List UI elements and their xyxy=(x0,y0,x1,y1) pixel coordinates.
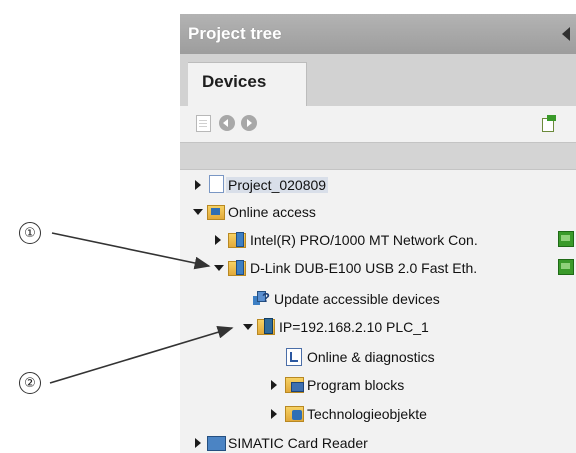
tree-item-label: SIMATIC Card Reader xyxy=(228,435,368,451)
diagnostics-icon xyxy=(286,348,302,366)
figure: Project tree Devices Project_020809 Onli… xyxy=(0,0,576,453)
export-icon[interactable] xyxy=(541,115,557,132)
tree-item-online-diagnostics[interactable]: Online & diagnostics xyxy=(180,344,576,370)
tree-item-label: D-Link DUB-E100 USB 2.0 Fast Eth. xyxy=(250,260,478,276)
program-blocks-icon xyxy=(285,377,304,393)
project-tree-panel: Project tree Devices Project_020809 Onli… xyxy=(180,14,576,453)
network-adapter-icon xyxy=(228,232,246,248)
update-devices-icon: ? xyxy=(252,290,270,306)
tree-item-label: Update accessible devices xyxy=(274,291,440,307)
tree-item-program-blocks[interactable]: Program blocks xyxy=(180,372,576,398)
collapse-arrow-icon[interactable] xyxy=(243,324,253,330)
tab-strip: Devices xyxy=(180,54,576,107)
online-access-folder-icon xyxy=(207,205,225,220)
network-status-icon xyxy=(558,259,574,275)
plc-icon xyxy=(257,318,275,335)
forward-icon[interactable] xyxy=(241,115,257,131)
tab-devices[interactable]: Devices xyxy=(188,62,307,107)
expand-arrow-icon[interactable] xyxy=(195,180,201,190)
network-adapter-icon xyxy=(228,260,246,276)
technology-objects-icon xyxy=(285,406,304,422)
panel-title: Project tree xyxy=(188,24,282,43)
toolbar xyxy=(180,106,576,140)
tree-item-label: Technologieobjekte xyxy=(307,406,427,422)
tree-item-intel-adapter[interactable]: Intel(R) PRO/1000 MT Network Con. xyxy=(180,227,576,253)
network-status-icon xyxy=(558,231,574,247)
back-icon[interactable] xyxy=(219,115,235,131)
callout-1: ① xyxy=(19,222,41,244)
tree-item-label: Online & diagnostics xyxy=(307,349,435,365)
tree-item-online-access[interactable]: Online access xyxy=(180,199,576,225)
column-header-bar xyxy=(180,142,576,170)
tree-item-label: Project_020809 xyxy=(226,177,329,193)
tree-item-update-devices[interactable]: ? Update accessible devices xyxy=(180,286,576,312)
tree-item-plc[interactable]: IP=192.168.2.10 PLC_1 xyxy=(180,314,576,340)
tree-item-dlink-adapter[interactable]: D-Link DUB-E100 USB 2.0 Fast Eth. xyxy=(180,255,576,281)
expand-arrow-icon[interactable] xyxy=(271,380,277,390)
tab-devices-label: Devices xyxy=(202,72,267,91)
tree-item-label: Program blocks xyxy=(307,377,405,393)
panel-header: Project tree xyxy=(180,14,576,54)
collapse-arrow-icon[interactable] xyxy=(214,265,224,271)
expand-arrow-icon[interactable] xyxy=(271,409,277,419)
tree-item-tech-objects[interactable]: Technologieobjekte xyxy=(180,401,576,427)
tree-item-project[interactable]: Project_020809 xyxy=(180,172,576,198)
tree-item-card-reader[interactable]: SIMATIC Card Reader xyxy=(180,430,576,453)
collapse-arrow-icon[interactable] xyxy=(193,209,203,215)
tree-item-label: IP=192.168.2.10 PLC_1 xyxy=(279,319,429,335)
expand-arrow-icon[interactable] xyxy=(195,438,201,448)
project-icon xyxy=(209,175,224,193)
expand-arrow-icon[interactable] xyxy=(215,235,221,245)
tree-item-label: Online access xyxy=(228,204,316,220)
tree-item-label: Intel(R) PRO/1000 MT Network Con. xyxy=(250,232,478,248)
new-item-icon[interactable] xyxy=(196,115,211,132)
collapse-panel-icon[interactable] xyxy=(562,27,570,41)
callout-2: ② xyxy=(19,372,41,394)
card-reader-icon xyxy=(207,436,226,451)
